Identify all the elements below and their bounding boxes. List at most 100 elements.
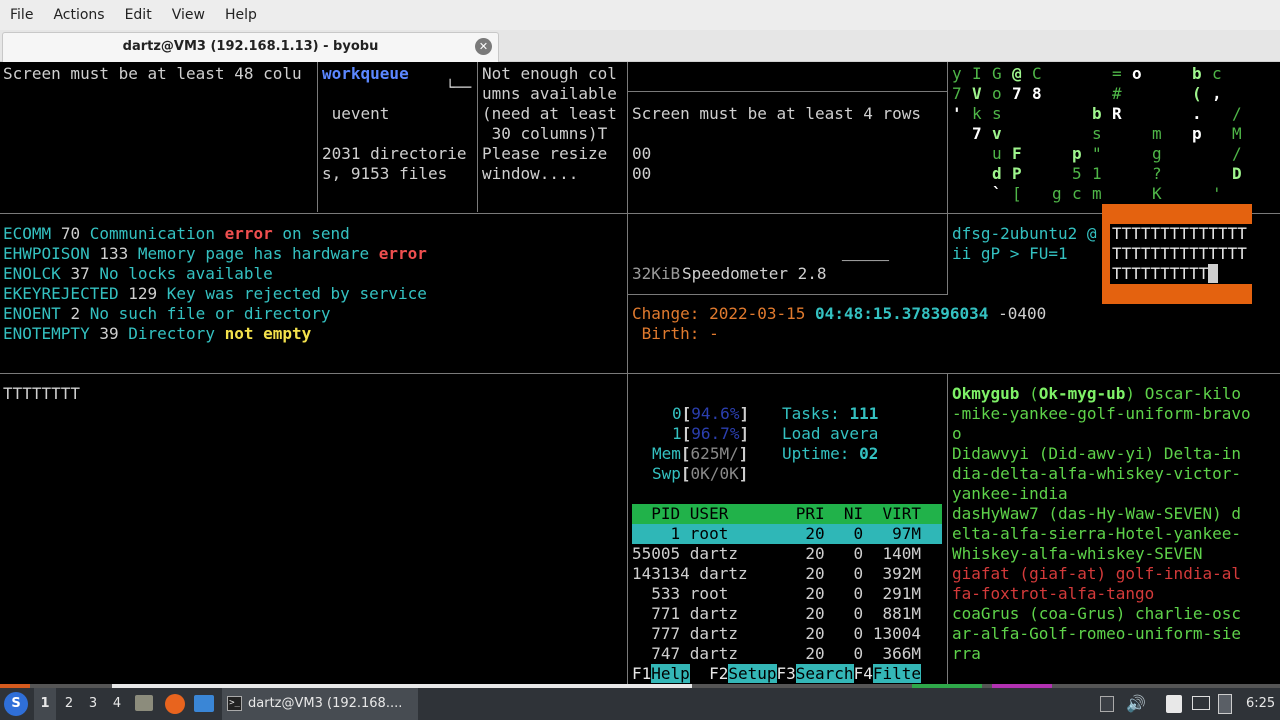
- pane-divider: [947, 374, 948, 688]
- tab-bar: dartz@VM3 (192.168.1.13) - byobu ✕: [0, 30, 1280, 62]
- process-row[interactable]: 777 dartz 20 0 13004: [632, 624, 921, 644]
- desktop-icon[interactable]: [194, 695, 214, 712]
- process-row[interactable]: 771 dartz 20 0 881M: [632, 604, 921, 624]
- dfsg-line: ii gP > FU=1: [952, 244, 1068, 263]
- file-manager-icon[interactable]: [135, 695, 153, 711]
- tbox-line: TTTTTTTTTTTTTT: [1112, 244, 1247, 263]
- terminal-task-button[interactable]: >_ dartz@VM3 (192.168....: [222, 688, 418, 720]
- close-icon[interactable]: ✕: [475, 38, 492, 55]
- uptime-meter: Uptime: 02: [782, 444, 879, 463]
- clipboard-icon[interactable]: [1166, 695, 1182, 713]
- tbox-line: TTTTTTTTTTTTTT: [1112, 224, 1247, 243]
- stat-change: Change: 2022-03-15 04:48:15.378396034 -0…: [632, 304, 1047, 323]
- workspace-3[interactable]: 3: [82, 688, 104, 720]
- word-line: yankee-india: [952, 484, 1068, 503]
- pane1-text: Screen must be at least 48 colu: [3, 64, 302, 83]
- menu-actions[interactable]: Actions: [43, 0, 114, 30]
- word-line: fa-foxtrot-alfa-tango: [952, 584, 1155, 603]
- word-line: dasHyWaw7 (das-Hy-Waw-SEVEN) d: [952, 504, 1241, 523]
- dfsg-line: dfsg-2ubuntu2 @: [952, 224, 1097, 243]
- word-line: rra: [952, 644, 981, 663]
- errno-row: ENOLCK 37 No locks available: [3, 264, 273, 283]
- pane-divider: [947, 62, 948, 294]
- pane3-line: 30 columns)T: [482, 124, 608, 143]
- word-line: Okmygub (Ok-myg-ub) Oscar-kilo: [952, 384, 1242, 403]
- pane3-line: Please resize: [482, 144, 608, 163]
- pane-divider: [628, 294, 948, 295]
- tab-title: dartz@VM3 (192.168.1.13) - byobu: [122, 39, 379, 54]
- load-meter: Load avera: [782, 424, 879, 443]
- clock[interactable]: 6:25: [1246, 688, 1275, 720]
- volume-icon[interactable]: 🔊: [1126, 688, 1146, 720]
- f4-filter-key[interactable]: Filte: [872, 664, 921, 683]
- start-menu-icon[interactable]: S: [4, 692, 28, 716]
- pane4-line: Screen must be at least 4 rows: [632, 104, 921, 123]
- terminal-task-label: dartz@VM3 (192.168....: [248, 696, 403, 711]
- pane3-line: Not enough col: [482, 64, 617, 83]
- mem-meter: Mem[625M/]: [652, 444, 749, 463]
- word-line: Didawvyi (Did-awv-yi) Delta-in: [952, 444, 1241, 463]
- errno-row: EKEYREJECTED 129 Key was rejected by ser…: [3, 284, 427, 303]
- pane4-line: 00: [632, 144, 652, 163]
- dirs-line1: 2031 directorie: [322, 144, 467, 163]
- f2-setup-key[interactable]: Setup: [728, 664, 777, 683]
- word-line: ar-alfa-Golf-romeo-uniform-sie: [952, 624, 1241, 643]
- menu-help[interactable]: Help: [215, 0, 267, 30]
- pane3-line: window....: [482, 164, 579, 183]
- cpu1-meter: 1[96.7%]: [672, 424, 750, 443]
- pane3-line: (need at least: [482, 104, 617, 123]
- errno-row: ECOMM 70 Communication error on send: [3, 224, 350, 243]
- function-keys: F1Help F2SetupF3SearchF4Filte: [632, 664, 921, 683]
- speedometer-bar: ──────: [842, 254, 889, 269]
- menu-edit[interactable]: Edit: [115, 0, 162, 30]
- process-row-selected[interactable]: 1 root 20 0 97M: [632, 524, 942, 544]
- swap-meter: Swp[0K/0K]: [652, 464, 749, 483]
- terminal-tab[interactable]: dartz@VM3 (192.168.1.13) - byobu ✕: [2, 32, 499, 62]
- pane-divider: [0, 213, 1280, 214]
- cpu0-meter: 0[94.6%]: [672, 404, 750, 423]
- speedometer-label: Speedometer 2.8: [682, 264, 827, 283]
- word-line: o: [952, 424, 962, 443]
- pane-divider: [317, 62, 318, 212]
- f3-search-key[interactable]: Search: [795, 664, 854, 683]
- workspace-2[interactable]: 2: [58, 688, 80, 720]
- terminal[interactable]: Screen must be at least 48 colu workqueu…: [0, 62, 1280, 688]
- pane3-line: umns available: [482, 84, 617, 103]
- tasks-meter: Tasks: 111: [782, 404, 879, 423]
- errno-row: EHWPOISON 133 Memory page has hardware e…: [3, 244, 427, 263]
- word-line: coaGrus (coa-Grus) charlie-osc: [952, 604, 1241, 623]
- pane-divider: [0, 373, 1280, 374]
- eject-icon[interactable]: [1100, 696, 1114, 712]
- errno-row: ENOTEMPTY 39 Directory not empty: [3, 324, 312, 343]
- f1-help-key[interactable]: Help: [651, 664, 690, 683]
- word-line: giafat (giaf-at) golf-india-al: [952, 564, 1241, 583]
- uevent-label: uevent: [322, 104, 390, 123]
- word-line: elta-alfa-sierra-Hotel-yankee-: [952, 524, 1241, 543]
- pane-text: TTTTTTTT: [3, 384, 81, 403]
- pane4-line: 00: [632, 164, 652, 183]
- workqueue-label: workqueue: [322, 64, 409, 83]
- dirs-line2: s, 9153 files: [322, 164, 448, 183]
- menu-view[interactable]: View: [162, 0, 215, 30]
- speedometer-size: 32KiB: [632, 264, 681, 283]
- pane-divider: [627, 62, 628, 688]
- tree-corner: └──: [446, 80, 472, 96]
- tbox-line: TTTTTTTTTT: [1112, 264, 1218, 284]
- firefox-icon[interactable]: [165, 694, 185, 714]
- taskbar: S 1 2 3 4 >_ dartz@VM3 (192.168.... 🔊 6:…: [0, 688, 1280, 720]
- pane-divider: [628, 91, 948, 92]
- terminal-icon: >_: [227, 696, 242, 711]
- menu-file[interactable]: File: [0, 0, 43, 30]
- process-row[interactable]: 55005 dartz 20 0 140M: [632, 544, 921, 564]
- word-line: dia-delta-alfa-whiskey-victor-: [952, 464, 1241, 483]
- process-row[interactable]: 747 dartz 20 0 366M: [632, 644, 921, 664]
- process-row[interactable]: 533 root 20 0 291M: [632, 584, 921, 604]
- word-line: -mike-yankee-golf-uniform-bravo: [952, 404, 1251, 423]
- process-table-header[interactable]: PID USER PRI NI VIRT: [632, 504, 942, 524]
- word-line: Whiskey-alfa-whiskey-SEVEN: [952, 544, 1203, 563]
- workspace-1[interactable]: 1: [34, 688, 56, 720]
- workspace-4[interactable]: 4: [106, 688, 128, 720]
- notification-icon[interactable]: [1218, 694, 1232, 714]
- network-icon[interactable]: [1192, 696, 1210, 710]
- process-row[interactable]: 143134 dartz 20 0 392M: [632, 564, 921, 584]
